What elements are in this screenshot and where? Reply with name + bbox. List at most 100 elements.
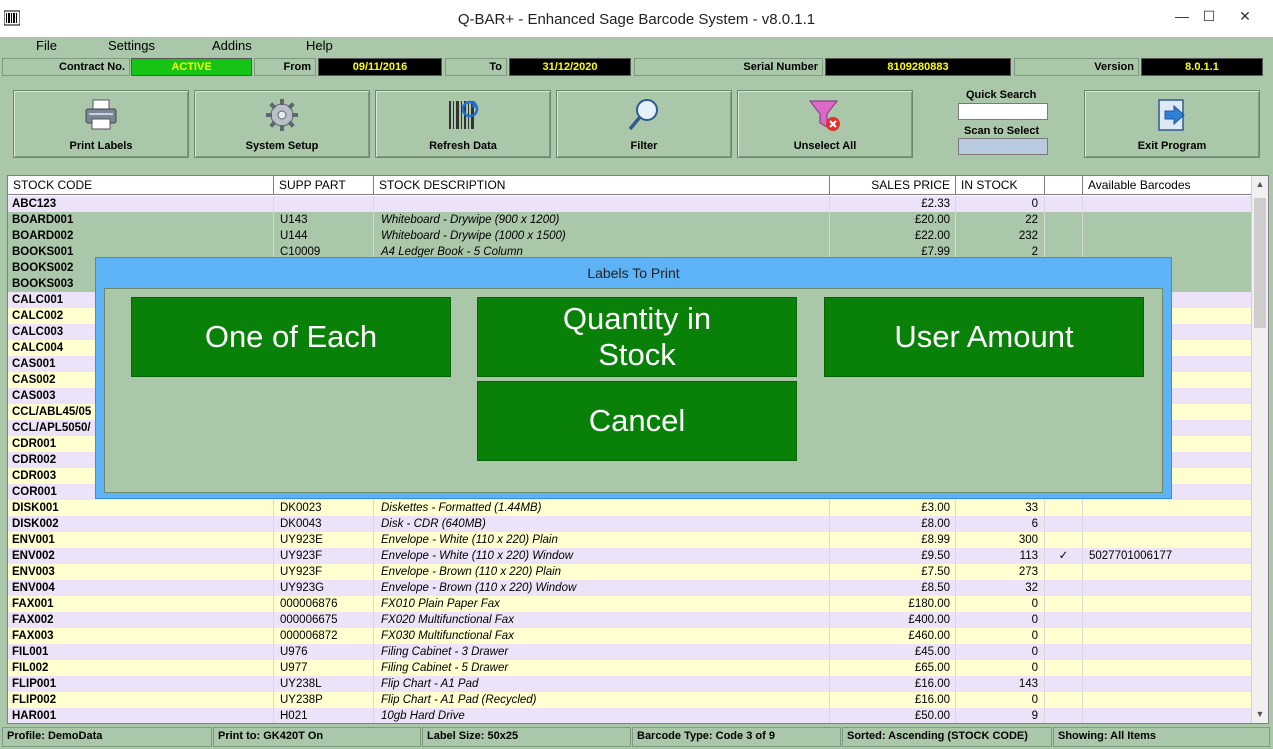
cell-available-barcode <box>1083 708 1252 723</box>
column-in-stock[interactable]: IN STOCK <box>956 176 1045 195</box>
cell-description <box>374 196 830 212</box>
filter-button[interactable]: Filter <box>556 90 732 158</box>
cell-supp-part: UY923F <box>274 564 374 580</box>
cell-available-barcode <box>1083 532 1252 548</box>
cell-description: Envelope - Brown (110 x 220) Window <box>374 580 830 596</box>
cell-in-stock: 9 <box>956 708 1045 723</box>
cell-selected-tick <box>1045 708 1083 723</box>
table-row[interactable]: ABC123 £2.33 0 <box>8 196 1252 212</box>
user-amount-button[interactable]: User Amount <box>824 297 1144 377</box>
cell-description: Whiteboard - Drywipe (900 x 1200) <box>374 212 830 228</box>
funnel-clear-icon <box>808 100 840 131</box>
cell-sales-price: £16.00 <box>830 676 956 692</box>
table-row[interactable]: ENV002 UY923F Envelope - White (110 x 220)… <box>8 548 1252 564</box>
cell-in-stock: 6 <box>956 516 1045 532</box>
table-row[interactable]: FIL002 U977 Filing Cabinet - 5 Drawer £65.0… <box>8 660 1252 676</box>
cell-supp-part: 000006675 <box>274 612 374 628</box>
cell-sales-price: £45.00 <box>830 644 956 660</box>
quantity-in-stock-button[interactable]: Quantity in Stock <box>477 297 797 377</box>
cell-sales-price: £9.50 <box>830 548 956 564</box>
minimize-button[interactable]: — <box>1167 6 1197 26</box>
column-stock-code[interactable]: STOCK CODE <box>8 176 274 195</box>
cell-sales-price: £20.00 <box>830 212 956 228</box>
scroll-up-icon[interactable]: ▲ <box>1252 176 1268 193</box>
cell-in-stock: 113 <box>956 548 1045 564</box>
unselect-all-label: Unselect All <box>793 140 857 152</box>
scan-to-select-label: Scan to Select <box>964 125 1040 137</box>
cell-supp-part: UY923F <box>274 548 374 564</box>
cell-stock-code: ENV001 <box>8 532 274 548</box>
cancel-button[interactable]: Cancel <box>477 381 797 461</box>
unselect-all-button[interactable]: Unselect All <box>737 90 913 158</box>
cell-in-stock: 32 <box>956 580 1045 596</box>
table-row[interactable]: FAX002 000006675 FX020 Multifunctional Fax… <box>8 612 1252 628</box>
table-row[interactable]: FAX001 000006876 FX010 Plain Paper Fax £180… <box>8 596 1252 612</box>
table-row[interactable]: BOARD001 U143 Whiteboard - Drywipe (900 x … <box>8 212 1252 228</box>
version-number: 8.0.1.1 <box>1141 58 1263 76</box>
cell-description: FX030 Multifunctional Fax <box>374 628 830 644</box>
system-setup-button[interactable]: System Setup <box>194 90 370 158</box>
exit-door-icon <box>1158 99 1185 131</box>
column-sales-price[interactable]: SALES PRICE <box>830 176 956 195</box>
vertical-scrollbar[interactable]: ▲ ▼ <box>1251 176 1268 723</box>
table-row[interactable]: FLIP002 UY238P Flip Chart - A1 Pad (Recycl… <box>8 692 1252 708</box>
cell-in-stock: 0 <box>956 612 1045 628</box>
cell-stock-code: FLIP002 <box>8 692 274 708</box>
printer-icon <box>85 99 117 130</box>
menu-bar: File Settings Addins Help <box>0 37 1273 57</box>
close-button[interactable]: ✕ <box>1230 6 1260 26</box>
cell-description: Whiteboard - Drywipe (1000 x 1500) <box>374 228 830 244</box>
from-label: From <box>254 58 316 76</box>
column-supp-part[interactable]: SUPP PART <box>274 176 374 195</box>
table-row[interactable]: ENV003 UY923F Envelope - Brown (110 x 220)… <box>8 564 1252 580</box>
filter-label: Filter <box>630 140 658 152</box>
cell-supp-part <box>274 196 374 212</box>
maximize-button[interactable]: ☐ <box>1194 6 1224 26</box>
table-row[interactable]: FAX003 000006872 FX030 Multifunctional Fax… <box>8 628 1252 644</box>
cell-selected-tick <box>1045 612 1083 628</box>
title-bar: Q-BAR+ - Enhanced Sage Barcode System - … <box>0 0 1273 37</box>
menu-help[interactable]: Help <box>306 38 333 53</box>
quick-search-input[interactable] <box>958 103 1048 120</box>
column-available-barcodes[interactable]: Available Barcodes <box>1083 176 1252 195</box>
column-stock-description[interactable]: STOCK DESCRIPTION <box>374 176 830 195</box>
table-row[interactable]: BOARD002 U144 Whiteboard - Drywipe (1000 x… <box>8 228 1252 244</box>
scroll-down-icon[interactable]: ▼ <box>1252 706 1268 723</box>
exit-program-button[interactable]: Exit Program <box>1084 90 1260 158</box>
barcode-refresh-icon <box>449 100 479 129</box>
menu-settings[interactable]: Settings <box>108 38 155 53</box>
table-row[interactable]: ENV001 UY923E Envelope - White (110 x 220)… <box>8 532 1252 548</box>
menu-addins[interactable]: Addins <box>212 38 252 53</box>
from-date: 09/11/2016 <box>318 58 442 76</box>
cell-supp-part: UY238L <box>274 676 374 692</box>
one-of-each-button[interactable]: One of Each <box>131 297 451 377</box>
table-row[interactable]: ENV004 UY923G Envelope - Brown (110 x 220)… <box>8 580 1252 596</box>
table-row[interactable]: FIL001 U976 Filing Cabinet - 3 Drawer £45.0… <box>8 644 1252 660</box>
cell-sales-price: £22.00 <box>830 228 956 244</box>
cell-selected-tick <box>1045 660 1083 676</box>
table-row[interactable]: FLIP001 UY238L Flip Chart - A1 Pad £16.00 14… <box>8 676 1252 692</box>
cell-supp-part: 000006872 <box>274 628 374 644</box>
cell-description: Envelope - White (110 x 220) Window <box>374 548 830 564</box>
scan-to-select-input[interactable] <box>958 138 1048 155</box>
cell-supp-part: U977 <box>274 660 374 676</box>
cell-selected-tick <box>1045 532 1083 548</box>
print-labels-button[interactable]: Print Labels <box>13 90 189 158</box>
cell-stock-code: FAX002 <box>8 612 274 628</box>
toolbar: Print Labels System Setup Refresh Data F… <box>8 87 1265 161</box>
column-selected[interactable] <box>1045 176 1083 195</box>
cell-in-stock: 0 <box>956 660 1045 676</box>
refresh-data-button[interactable]: Refresh Data <box>375 90 551 158</box>
scroll-thumb[interactable] <box>1254 198 1266 328</box>
table-row[interactable]: HAR001 H021 10gb Hard Drive £50.00 9 <box>8 708 1252 723</box>
cell-available-barcode <box>1083 596 1252 612</box>
window-title: Q-BAR+ - Enhanced Sage Barcode System - … <box>457 11 816 28</box>
serial-number: 8109280883 <box>825 58 1011 76</box>
table-row[interactable]: DISK002 DK0043 Disk - CDR (640MB) £8.00 6 <box>8 516 1252 532</box>
table-row[interactable]: DISK001 DK0023 Diskettes - Formatted (1.44… <box>8 500 1252 516</box>
to-date: 31/12/2020 <box>509 58 631 76</box>
cell-in-stock: 300 <box>956 532 1045 548</box>
menu-file[interactable]: File <box>36 38 57 53</box>
cell-stock-code: FAX003 <box>8 628 274 644</box>
cell-sales-price: £460.00 <box>830 628 956 644</box>
